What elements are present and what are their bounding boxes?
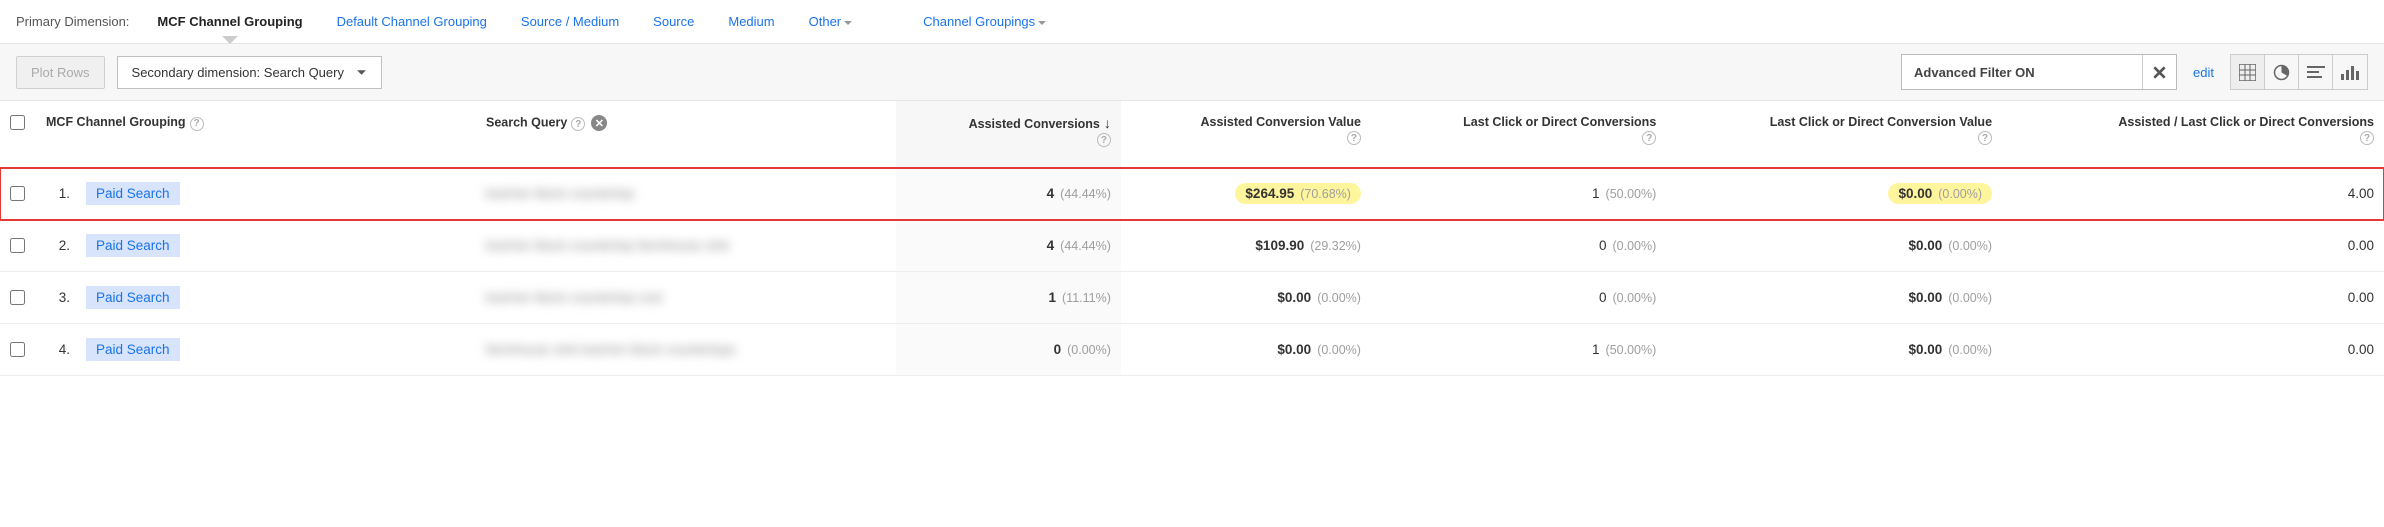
remove-dimension-button[interactable]: ✕: [591, 115, 607, 131]
row-index: 4.: [46, 342, 70, 357]
cell-last-click-conversion-value: $0.00(0.00%): [1666, 272, 2002, 324]
header-checkbox: [0, 101, 36, 168]
view-bars-button[interactable]: [2299, 55, 2333, 89]
tab-source[interactable]: Source: [639, 8, 708, 35]
table-row: 4. Paid Search farmhouse sink butcher bloc…: [0, 324, 2384, 376]
cell-assisted-conversions: 4(44.44%): [896, 220, 1121, 272]
select-all-checkbox[interactable]: [10, 115, 25, 130]
primary-dimension-label: Primary Dimension:: [16, 14, 129, 29]
help-icon[interactable]: ?: [1097, 133, 1111, 147]
row-checkbox[interactable]: [10, 342, 25, 357]
help-icon[interactable]: ?: [2360, 131, 2374, 145]
row-index: 2.: [46, 238, 70, 253]
search-query-value: farmhouse sink butcher block countertops: [486, 342, 736, 357]
help-icon[interactable]: ?: [190, 117, 204, 131]
toolbar: Plot Rows Secondary dimension: Search Qu…: [0, 44, 2384, 101]
caret-down-icon: [356, 67, 367, 78]
row-index: 1.: [46, 186, 70, 201]
sort-down-icon: ↓: [1104, 115, 1111, 131]
advanced-filter-box: [1901, 54, 2177, 90]
view-mode-group: [2230, 54, 2368, 90]
edit-filter-link[interactable]: edit: [2193, 65, 2214, 80]
view-pie-button[interactable]: [2265, 55, 2299, 89]
channel-chip[interactable]: Paid Search: [86, 338, 180, 361]
comparison-icon: [2341, 64, 2359, 80]
pie-icon: [2273, 64, 2290, 81]
cell-assisted-conversions: 4(44.44%): [896, 168, 1121, 220]
advanced-filter-input[interactable]: [1902, 57, 2142, 88]
row-checkbox[interactable]: [10, 186, 25, 201]
cell-last-click-conversions: 0(0.00%): [1371, 272, 1666, 324]
view-comparison-button[interactable]: [2333, 55, 2367, 89]
secondary-dimension-label: Secondary dimension: Search Query: [132, 65, 344, 80]
channel-chip[interactable]: Paid Search: [86, 286, 180, 309]
search-query-value: butcher block countertop farmhouse sink: [486, 238, 729, 253]
help-icon[interactable]: ?: [1978, 131, 1992, 145]
data-table: MCF Channel Grouping? Search Query?✕ Ass…: [0, 101, 2384, 376]
cell-assisted-conversion-value: $0.00(0.00%): [1121, 324, 1371, 376]
close-icon: [2153, 66, 2166, 79]
help-icon[interactable]: ?: [1347, 131, 1361, 145]
tab-medium[interactable]: Medium: [714, 8, 788, 35]
cell-last-click-conversions: 0(0.00%): [1371, 220, 1666, 272]
bars-icon: [2307, 66, 2325, 78]
channel-chip[interactable]: Paid Search: [86, 234, 180, 257]
row-checkbox[interactable]: [10, 238, 25, 253]
plot-rows-button[interactable]: Plot Rows: [16, 56, 105, 89]
cell-last-click-conversion-value: $0.00(0.00%): [1666, 324, 2002, 376]
help-icon[interactable]: ?: [1642, 131, 1656, 145]
table-row: 3. Paid Search butcher block countertop co…: [0, 272, 2384, 324]
help-icon[interactable]: ?: [571, 117, 585, 131]
table-icon: [2239, 64, 2256, 81]
header-last-click-conversions[interactable]: Last Click or Direct Conversions?: [1371, 101, 1666, 168]
cell-assisted-conversions: 1(11.11%): [896, 272, 1121, 324]
cell-assisted-conversion-value: $0.00(0.00%): [1121, 272, 1371, 324]
cell-last-click-conversions: 1(50.00%): [1371, 324, 1666, 376]
caret-down-icon: [1037, 18, 1047, 28]
cell-assisted-conversion-value: $109.90(29.32%): [1121, 220, 1371, 272]
tab-default-channel-grouping[interactable]: Default Channel Grouping: [323, 8, 501, 35]
cell-assisted-conversion-value: $264.95(70.68%): [1121, 168, 1371, 220]
header-dimension[interactable]: MCF Channel Grouping?: [36, 101, 476, 168]
cell-assisted-conversions: 0(0.00%): [896, 324, 1121, 376]
header-ratio[interactable]: Assisted / Last Click or Direct Conversi…: [2002, 101, 2384, 168]
table-row: 1. Paid Search butcher block countertop 4(4…: [0, 168, 2384, 220]
tab-other[interactable]: Other: [795, 8, 868, 35]
table-header-row: MCF Channel Grouping? Search Query?✕ Ass…: [0, 101, 2384, 168]
view-table-button[interactable]: [2231, 55, 2265, 89]
search-query-value: butcher block countertop: [486, 186, 634, 201]
cell-ratio: 0.00: [2002, 324, 2384, 376]
header-last-click-conversion-value[interactable]: Last Click or Direct Conversion Value?: [1666, 101, 2002, 168]
header-assisted-conversion-value[interactable]: Assisted Conversion Value?: [1121, 101, 1371, 168]
primary-dimension-bar: Primary Dimension: MCF Channel Grouping …: [0, 0, 2384, 44]
cell-ratio: 0.00: [2002, 272, 2384, 324]
header-assisted-conversions[interactable]: Assisted Conversions↓?: [896, 101, 1121, 168]
cell-last-click-conversions: 1(50.00%): [1371, 168, 1666, 220]
row-index: 3.: [46, 290, 70, 305]
cell-last-click-conversion-value: $0.00(0.00%): [1666, 168, 2002, 220]
tab-source-medium[interactable]: Source / Medium: [507, 8, 633, 35]
caret-down-icon: [843, 18, 853, 28]
cell-last-click-conversion-value: $0.00(0.00%): [1666, 220, 2002, 272]
search-query-value: butcher block countertop cost: [486, 290, 662, 305]
cell-ratio: 0.00: [2002, 220, 2384, 272]
channel-chip[interactable]: Paid Search: [86, 182, 180, 205]
tab-channel-groupings[interactable]: Channel Groupings: [909, 8, 1061, 35]
cell-ratio: 4.00: [2002, 168, 2384, 220]
tab-mcf-channel-grouping[interactable]: MCF Channel Grouping: [143, 8, 316, 35]
header-search-query[interactable]: Search Query?✕: [476, 101, 896, 168]
table-row: 2. Paid Search butcher block countertop fa…: [0, 220, 2384, 272]
row-checkbox[interactable]: [10, 290, 25, 305]
secondary-dimension-select[interactable]: Secondary dimension: Search Query: [117, 56, 382, 89]
clear-filter-button[interactable]: [2142, 55, 2176, 89]
